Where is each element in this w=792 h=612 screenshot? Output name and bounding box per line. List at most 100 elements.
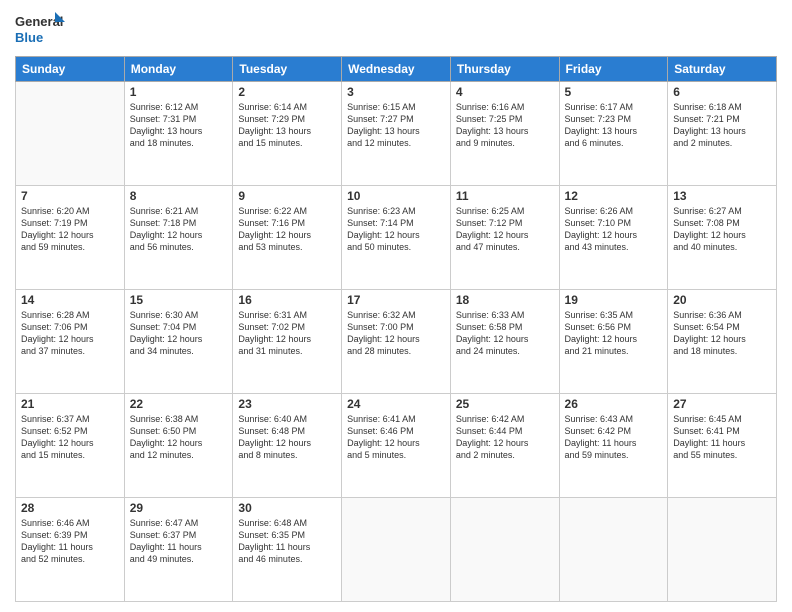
day-number: 17	[347, 293, 445, 307]
calendar-cell: 26 Sunrise: 6:43 AM Sunset: 6:42 PM Dayli…	[559, 394, 668, 498]
calendar-cell: 23 Sunrise: 6:40 AM Sunset: 6:48 PM Dayli…	[233, 394, 342, 498]
day-number: 21	[21, 397, 119, 411]
week-row-4: 28 Sunrise: 6:46 AM Sunset: 6:39 PM Dayli…	[16, 498, 777, 602]
calendar-cell: 17 Sunrise: 6:32 AM Sunset: 7:00 PM Dayli…	[342, 290, 451, 394]
calendar-cell: 30 Sunrise: 6:48 AM Sunset: 6:35 PM Dayli…	[233, 498, 342, 602]
day-number: 27	[673, 397, 771, 411]
day-number: 10	[347, 189, 445, 203]
day-number: 1	[130, 85, 228, 99]
calendar-cell: 21 Sunrise: 6:37 AM Sunset: 6:52 PM Dayli…	[16, 394, 125, 498]
day-info: Sunrise: 6:33 AM Sunset: 6:58 PM Dayligh…	[456, 309, 554, 358]
calendar-cell: 16 Sunrise: 6:31 AM Sunset: 7:02 PM Dayli…	[233, 290, 342, 394]
calendar-cell: 18 Sunrise: 6:33 AM Sunset: 6:58 PM Dayli…	[450, 290, 559, 394]
weekday-monday: Monday	[124, 57, 233, 82]
day-info: Sunrise: 6:30 AM Sunset: 7:04 PM Dayligh…	[130, 309, 228, 358]
day-number: 28	[21, 501, 119, 515]
week-row-3: 21 Sunrise: 6:37 AM Sunset: 6:52 PM Dayli…	[16, 394, 777, 498]
day-info: Sunrise: 6:37 AM Sunset: 6:52 PM Dayligh…	[21, 413, 119, 462]
day-number: 29	[130, 501, 228, 515]
day-number: 26	[565, 397, 663, 411]
day-number: 8	[130, 189, 228, 203]
day-info: Sunrise: 6:45 AM Sunset: 6:41 PM Dayligh…	[673, 413, 771, 462]
calendar-cell: 12 Sunrise: 6:26 AM Sunset: 7:10 PM Dayli…	[559, 186, 668, 290]
calendar-cell: 22 Sunrise: 6:38 AM Sunset: 6:50 PM Dayli…	[124, 394, 233, 498]
calendar-cell: 1 Sunrise: 6:12 AM Sunset: 7:31 PM Daylig…	[124, 82, 233, 186]
weekday-wednesday: Wednesday	[342, 57, 451, 82]
day-number: 4	[456, 85, 554, 99]
logo-svg: General Blue	[15, 10, 65, 48]
day-info: Sunrise: 6:26 AM Sunset: 7:10 PM Dayligh…	[565, 205, 663, 254]
calendar-cell: 29 Sunrise: 6:47 AM Sunset: 6:37 PM Dayli…	[124, 498, 233, 602]
calendar-cell: 8 Sunrise: 6:21 AM Sunset: 7:18 PM Daylig…	[124, 186, 233, 290]
day-number: 23	[238, 397, 336, 411]
weekday-thursday: Thursday	[450, 57, 559, 82]
day-info: Sunrise: 6:43 AM Sunset: 6:42 PM Dayligh…	[565, 413, 663, 462]
day-number: 19	[565, 293, 663, 307]
calendar-cell: 7 Sunrise: 6:20 AM Sunset: 7:19 PM Daylig…	[16, 186, 125, 290]
day-number: 6	[673, 85, 771, 99]
calendar-cell	[450, 498, 559, 602]
calendar-table: SundayMondayTuesdayWednesdayThursdayFrid…	[15, 56, 777, 602]
day-number: 11	[456, 189, 554, 203]
day-number: 20	[673, 293, 771, 307]
calendar-cell: 24Sunrise: 6:41 AM Sunset: 6:46 PM Dayli…	[342, 394, 451, 498]
day-number: 12	[565, 189, 663, 203]
calendar-cell: 15Sunrise: 6:30 AM Sunset: 7:04 PM Dayli…	[124, 290, 233, 394]
calendar-cell: 13Sunrise: 6:27 AM Sunset: 7:08 PM Dayli…	[668, 186, 777, 290]
calendar-cell: 6 Sunrise: 6:18 AM Sunset: 7:21 PM Daylig…	[668, 82, 777, 186]
day-info: Sunrise: 6:46 AM Sunset: 6:39 PM Dayligh…	[21, 517, 119, 566]
calendar-cell: 11 Sunrise: 6:25 AM Sunset: 7:12 PM Dayli…	[450, 186, 559, 290]
calendar-cell: 3 Sunrise: 6:15 AM Sunset: 7:27 PM Daylig…	[342, 82, 451, 186]
day-number: 5	[565, 85, 663, 99]
day-info: Sunrise: 6:12 AM Sunset: 7:31 PM Dayligh…	[130, 101, 228, 150]
calendar-cell: 20Sunrise: 6:36 AM Sunset: 6:54 PM Dayli…	[668, 290, 777, 394]
day-info: Sunrise: 6:42 AM Sunset: 6:44 PM Dayligh…	[456, 413, 554, 462]
day-info: Sunrise: 6:27 AM Sunset: 7:08 PM Dayligh…	[673, 205, 771, 254]
weekday-saturday: Saturday	[668, 57, 777, 82]
day-info: Sunrise: 6:48 AM Sunset: 6:35 PM Dayligh…	[238, 517, 336, 566]
day-info: Sunrise: 6:38 AM Sunset: 6:50 PM Dayligh…	[130, 413, 228, 462]
day-number: 18	[456, 293, 554, 307]
svg-text:Blue: Blue	[15, 30, 43, 45]
calendar-cell: 5 Sunrise: 6:17 AM Sunset: 7:23 PM Daylig…	[559, 82, 668, 186]
day-number: 16	[238, 293, 336, 307]
day-info: Sunrise: 6:15 AM Sunset: 7:27 PM Dayligh…	[347, 101, 445, 150]
day-info: Sunrise: 6:28 AM Sunset: 7:06 PM Dayligh…	[21, 309, 119, 358]
calendar-cell: 2Sunrise: 6:14 AM Sunset: 7:29 PM Daylig…	[233, 82, 342, 186]
day-number: 9	[238, 189, 336, 203]
calendar-cell	[559, 498, 668, 602]
calendar-cell: 27 Sunrise: 6:45 AM Sunset: 6:41 PM Dayli…	[668, 394, 777, 498]
calendar-cell: 25 Sunrise: 6:42 AM Sunset: 6:44 PM Dayli…	[450, 394, 559, 498]
day-info: Sunrise: 6:40 AM Sunset: 6:48 PM Dayligh…	[238, 413, 336, 462]
calendar-cell: 10Sunrise: 6:23 AM Sunset: 7:14 PM Dayli…	[342, 186, 451, 290]
calendar-cell	[668, 498, 777, 602]
day-info: Sunrise: 6:21 AM Sunset: 7:18 PM Dayligh…	[130, 205, 228, 254]
day-number: 25	[456, 397, 554, 411]
calendar-cell	[342, 498, 451, 602]
day-info: Sunrise: 6:35 AM Sunset: 6:56 PM Dayligh…	[565, 309, 663, 358]
week-row-1: 7 Sunrise: 6:20 AM Sunset: 7:19 PM Daylig…	[16, 186, 777, 290]
calendar-cell	[16, 82, 125, 186]
page-header: General Blue	[15, 10, 777, 48]
weekday-sunday: Sunday	[16, 57, 125, 82]
day-info: Sunrise: 6:32 AM Sunset: 7:00 PM Dayligh…	[347, 309, 445, 358]
calendar-cell: 14 Sunrise: 6:28 AM Sunset: 7:06 PM Dayli…	[16, 290, 125, 394]
day-info: Sunrise: 6:25 AM Sunset: 7:12 PM Dayligh…	[456, 205, 554, 254]
weekday-friday: Friday	[559, 57, 668, 82]
calendar-cell: 19 Sunrise: 6:35 AM Sunset: 6:56 PM Dayli…	[559, 290, 668, 394]
day-info: Sunrise: 6:47 AM Sunset: 6:37 PM Dayligh…	[130, 517, 228, 566]
day-number: 24	[347, 397, 445, 411]
day-number: 14	[21, 293, 119, 307]
day-info: Sunrise: 6:20 AM Sunset: 7:19 PM Dayligh…	[21, 205, 119, 254]
day-number: 30	[238, 501, 336, 515]
week-row-2: 14 Sunrise: 6:28 AM Sunset: 7:06 PM Dayli…	[16, 290, 777, 394]
day-info: Sunrise: 6:17 AM Sunset: 7:23 PM Dayligh…	[565, 101, 663, 150]
day-number: 7	[21, 189, 119, 203]
day-number: 22	[130, 397, 228, 411]
day-number: 3	[347, 85, 445, 99]
day-info: Sunrise: 6:31 AM Sunset: 7:02 PM Dayligh…	[238, 309, 336, 358]
weekday-tuesday: Tuesday	[233, 57, 342, 82]
logo: General Blue	[15, 10, 65, 48]
day-info: Sunrise: 6:18 AM Sunset: 7:21 PM Dayligh…	[673, 101, 771, 150]
day-info: Sunrise: 6:22 AM Sunset: 7:16 PM Dayligh…	[238, 205, 336, 254]
